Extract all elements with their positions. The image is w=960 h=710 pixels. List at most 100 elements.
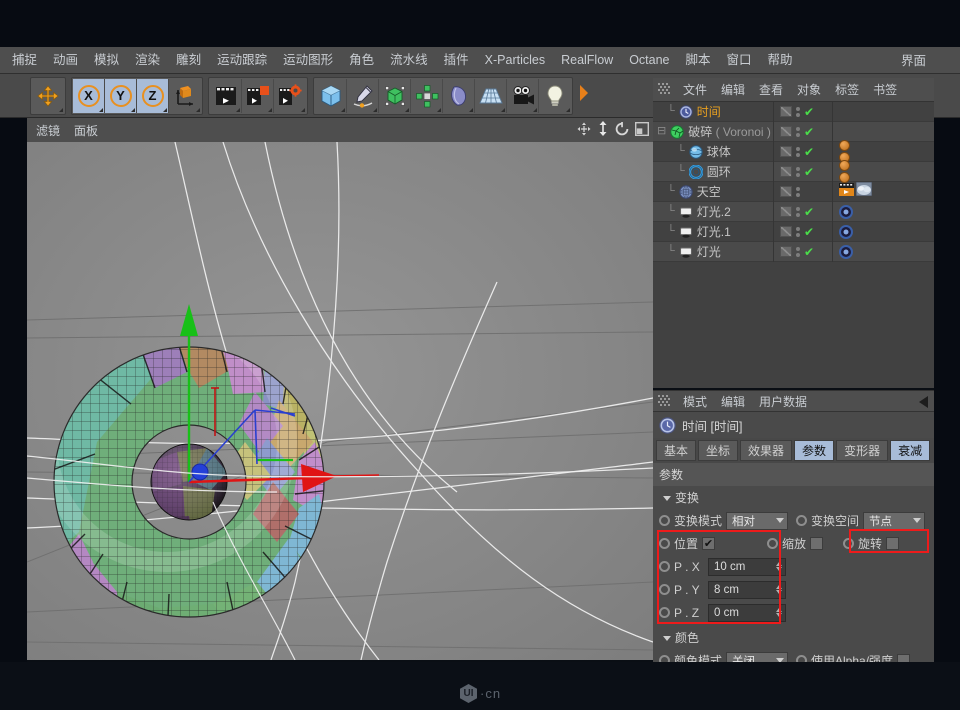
transform-space-radio[interactable] [796, 515, 807, 526]
attribute-manager-collapse-arrow-icon[interactable] [919, 396, 928, 408]
position-radio[interactable] [659, 538, 670, 549]
menu-item-13[interactable]: 脚本 [678, 50, 719, 70]
menu-item-8[interactable]: 流水线 [382, 50, 436, 70]
position-axis-input-2[interactable]: 0 cm [708, 604, 786, 622]
attribute-menu-2[interactable]: 用户数据 [752, 391, 814, 412]
layer-color-swatch[interactable] [780, 186, 792, 197]
layer-color-swatch[interactable] [780, 146, 792, 157]
object-name[interactable]: 灯光 [697, 243, 721, 260]
spinner-icon[interactable] [776, 585, 782, 594]
transform-mode-select[interactable]: 相对 [726, 512, 788, 530]
position-axis-radio-1[interactable] [659, 584, 670, 595]
render-settings-button[interactable] [274, 79, 306, 113]
object-row-7[interactable]: └灯光✔ [653, 242, 934, 262]
rotation-checkbox[interactable] [886, 537, 899, 550]
object-name[interactable]: 天空 [697, 183, 721, 200]
attribute-manager-grip-icon[interactable] [658, 395, 671, 408]
position-axis-input-0[interactable]: 10 cm [708, 558, 786, 576]
object-menu-0[interactable]: 文件 [676, 79, 714, 100]
visibility-dots[interactable] [796, 207, 800, 217]
render-visibility-dot[interactable] [796, 213, 800, 217]
object-manager-tree[interactable]: └时间✔⊟破碎 ( Voronoi )✔└球体✔└圆环✔└天空└灯光.2✔└灯光… [653, 102, 934, 388]
menu-item-1[interactable]: 动画 [45, 50, 86, 70]
use-alpha-radio[interactable] [796, 655, 807, 662]
menu-item-interface[interactable]: 界面 [893, 51, 934, 71]
add-spline-button[interactable] [347, 79, 379, 113]
visibility-dots[interactable] [796, 227, 800, 237]
object-name[interactable]: 灯光.2 [697, 203, 731, 220]
position-axis-input-1[interactable]: 8 cm [708, 581, 786, 599]
scale-checkbox[interactable] [810, 537, 823, 550]
object-menu-2[interactable]: 查看 [752, 79, 790, 100]
spinner-icon[interactable] [776, 562, 782, 571]
menu-item-2[interactable]: 模拟 [86, 50, 127, 70]
visibility-dots[interactable] [796, 107, 800, 117]
position-fields[interactable]: P . X10 cmP . Y8 cmP . Z0 cm [653, 555, 934, 624]
layer-color-swatch[interactable] [780, 246, 792, 257]
add-generator-button[interactable] [379, 79, 411, 113]
position-checkbox[interactable]: ✔ [702, 537, 715, 550]
object-menu-5[interactable]: 书签 [866, 79, 904, 100]
use-alpha-checkbox[interactable] [897, 654, 910, 662]
object-menu-3[interactable]: 对象 [790, 79, 828, 100]
rotate-view-icon[interactable] [615, 122, 629, 136]
scale-radio[interactable] [767, 538, 778, 549]
layer-color-swatch[interactable] [780, 126, 792, 137]
transform-space-select[interactable]: 节点 [863, 512, 925, 530]
enabled-checkmark-icon[interactable]: ✔ [804, 125, 814, 139]
axis-y-button[interactable]: Y [105, 79, 137, 113]
enabled-checkmark-icon[interactable]: ✔ [804, 165, 814, 179]
object-name[interactable]: 球体 [707, 143, 731, 160]
attribute-tab-2[interactable]: 效果器 [740, 440, 792, 461]
menu-item-3[interactable]: 渲染 [127, 50, 168, 70]
color-mode-radio[interactable] [659, 655, 670, 662]
attribute-tab-0[interactable]: 基本 [656, 440, 696, 461]
attribute-tab-3[interactable]: 参数 [794, 440, 834, 461]
enabled-checkmark-icon[interactable]: ✔ [804, 105, 814, 119]
menu-item-7[interactable]: 角色 [341, 50, 382, 70]
layer-color-swatch[interactable] [780, 106, 792, 117]
visibility-dots[interactable] [796, 147, 800, 157]
editor-visibility-dot[interactable] [796, 147, 800, 151]
attribute-tab-5[interactable]: 衰减 [890, 440, 930, 461]
color-group-title[interactable]: 颜色 [653, 626, 934, 649]
editor-visibility-dot[interactable] [796, 127, 800, 131]
attribute-menu-0[interactable]: 模式 [676, 391, 714, 412]
enabled-checkmark-icon[interactable]: ✔ [804, 145, 814, 159]
view-layout-icon[interactable] [635, 122, 649, 136]
visibility-dots[interactable] [796, 247, 800, 257]
object-row-6[interactable]: └灯光.1✔ [653, 222, 934, 242]
target-tag-icon[interactable] [839, 245, 853, 259]
menu-item-5[interactable]: 运动跟踪 [209, 50, 275, 70]
toolbar-more-arrow-icon[interactable] [578, 83, 590, 108]
add-light-button[interactable] [539, 79, 571, 113]
axis-x-button[interactable]: X [73, 79, 105, 113]
enabled-checkmark-icon[interactable]: ✔ [804, 205, 814, 219]
visibility-dots[interactable] [796, 187, 800, 197]
visibility-dots[interactable] [796, 127, 800, 137]
add-camera-button[interactable] [507, 79, 539, 113]
layer-color-swatch[interactable] [780, 206, 792, 217]
editor-visibility-dot[interactable] [796, 227, 800, 231]
render-view-button[interactable] [210, 79, 242, 113]
material-tag-icon[interactable] [839, 140, 850, 151]
target-tag-icon[interactable] [839, 225, 853, 239]
object-menu-4[interactable]: 标签 [828, 79, 866, 100]
object-name[interactable]: 灯光.1 [697, 223, 731, 240]
spinner-icon[interactable] [776, 608, 782, 617]
object-row-4[interactable]: └天空 [653, 182, 934, 202]
object-row-2[interactable]: └球体✔ [653, 142, 934, 162]
enabled-checkmark-icon[interactable]: ✔ [804, 225, 814, 239]
menu-item-6[interactable]: 运动图形 [275, 50, 341, 70]
object-row-0[interactable]: └时间✔ [653, 102, 934, 122]
visibility-dots[interactable] [796, 167, 800, 177]
transform-mode-radio[interactable] [659, 515, 670, 526]
sky-texture-tag-icon[interactable] [856, 182, 872, 201]
attribute-menu-1[interactable]: 编辑 [714, 391, 752, 412]
editor-visibility-dot[interactable] [796, 247, 800, 251]
object-row-1[interactable]: ⊟破碎 ( Voronoi )✔ [653, 122, 934, 142]
material-tag-icon[interactable] [839, 160, 850, 171]
render-visibility-dot[interactable] [796, 173, 800, 177]
add-environment-button[interactable] [475, 79, 507, 113]
add-deformer-button[interactable] [443, 79, 475, 113]
